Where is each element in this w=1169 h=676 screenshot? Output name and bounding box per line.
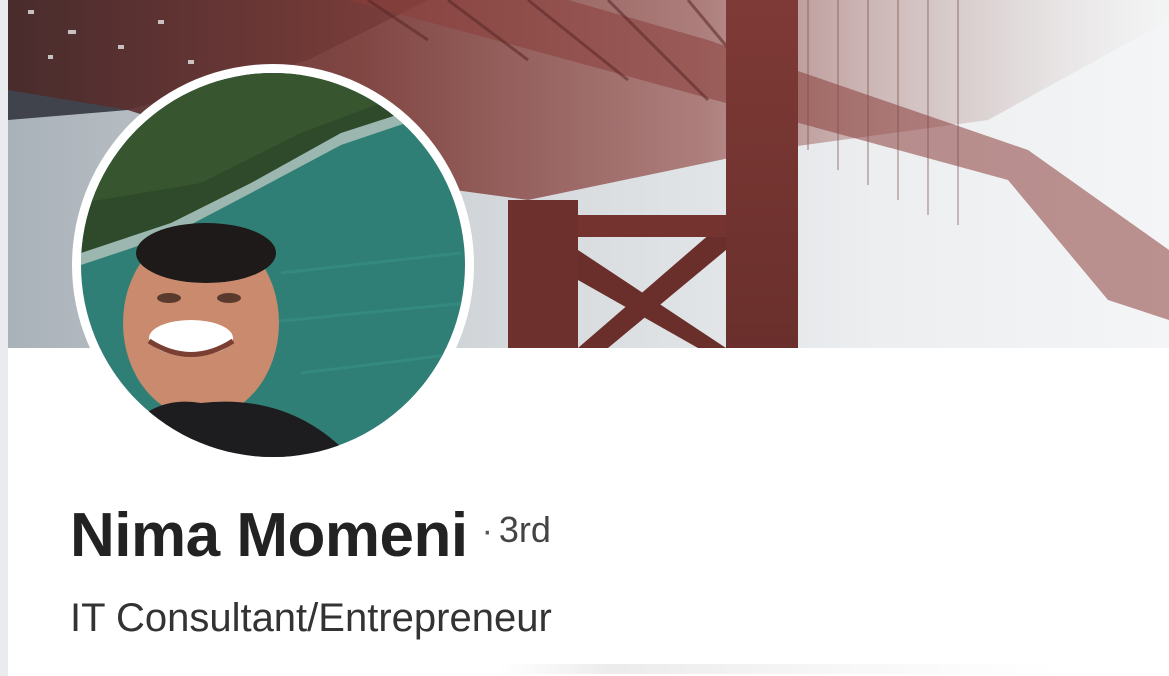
name-row: Nima Momeni · 3rd	[70, 500, 551, 571]
profile-headline: IT Consultant/Entrepreneur	[70, 596, 552, 640]
page-edge	[0, 0, 8, 676]
profile-name: Nima Momeni	[70, 501, 468, 570]
profile-photo-image	[81, 73, 465, 457]
name-separator: ·	[481, 512, 493, 550]
profile-card: Nima Momeni · 3rd IT Consultant/Entrepre…	[0, 0, 1169, 676]
profile-photo[interactable]	[72, 64, 474, 466]
connection-degree-badge: 3rd	[498, 509, 551, 550]
truncated-content	[500, 664, 1060, 674]
